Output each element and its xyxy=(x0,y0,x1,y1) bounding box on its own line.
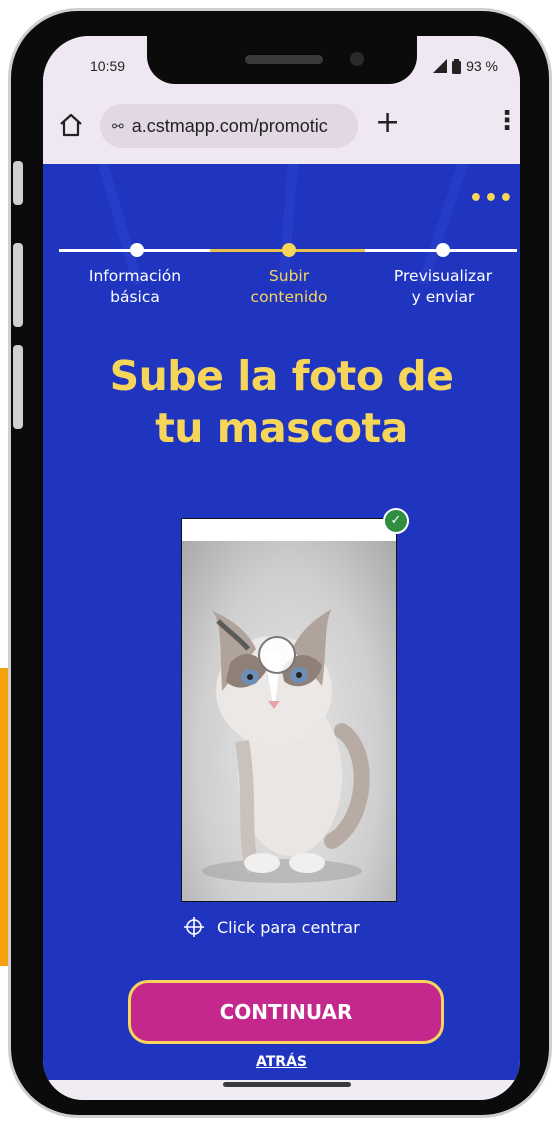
center-hint[interactable]: Click para centrar xyxy=(183,916,360,938)
step-label-1: Información básica xyxy=(88,267,182,306)
step-dot-1 xyxy=(130,243,144,257)
signal-icon xyxy=(433,59,448,73)
home-indicator xyxy=(223,1082,351,1087)
step-dot-3 xyxy=(436,243,450,257)
back-link[interactable]: ATRÁS xyxy=(43,1054,520,1070)
step-label-3: Previsualizar y enviar xyxy=(393,267,493,306)
site-settings-icon[interactable]: ⚯ xyxy=(112,118,124,135)
status-time: 10:59 xyxy=(90,58,126,74)
phone-side-button xyxy=(13,345,23,429)
cat-illustration xyxy=(202,609,370,883)
focus-point-handle[interactable] xyxy=(258,636,296,674)
new-tab-icon[interactable]: + xyxy=(375,108,400,138)
phone-notch xyxy=(147,36,417,84)
front-camera xyxy=(350,52,364,66)
promo-app: ••• Información básica Subir contenido P… xyxy=(43,164,520,1080)
step-dot-2 xyxy=(282,243,296,257)
phone-side-button xyxy=(13,161,23,205)
phone-screen: 10:59 93 % ⚯ a.cstmapp.com/promotic + ⋮ … xyxy=(43,36,520,1100)
pet-photo[interactable] xyxy=(182,541,396,901)
speaker-grille xyxy=(245,55,323,64)
home-icon[interactable] xyxy=(58,112,84,138)
url-text: a.cstmapp.com/promotic xyxy=(131,115,328,136)
crosshair-icon xyxy=(184,917,204,937)
step-label-2: Subir contenido xyxy=(250,267,328,306)
page-title: Sube la foto de tu mascota xyxy=(109,352,454,452)
battery-level: 93 % xyxy=(466,58,498,74)
progress-stepper: Información básica Subir contenido Previ… xyxy=(43,243,520,356)
photo-top-strip xyxy=(182,519,396,541)
check-icon: ✓ xyxy=(383,508,409,534)
battery-icon xyxy=(452,58,462,74)
status-right: 93 % xyxy=(433,58,498,74)
address-bar[interactable]: ⚯ a.cstmapp.com/promotic xyxy=(100,104,358,148)
continue-button[interactable]: CONTINUAR xyxy=(128,980,444,1044)
center-hint-label: Click para centrar xyxy=(217,917,360,937)
more-options-icon[interactable]: ••• xyxy=(469,186,514,211)
phone-side-button xyxy=(13,243,23,327)
photo-preview[interactable] xyxy=(181,518,397,902)
browser-toolbar: ⚯ a.cstmapp.com/promotic + ⋮ xyxy=(43,94,520,164)
browser-menu-icon[interactable]: ⋮ xyxy=(494,108,520,134)
